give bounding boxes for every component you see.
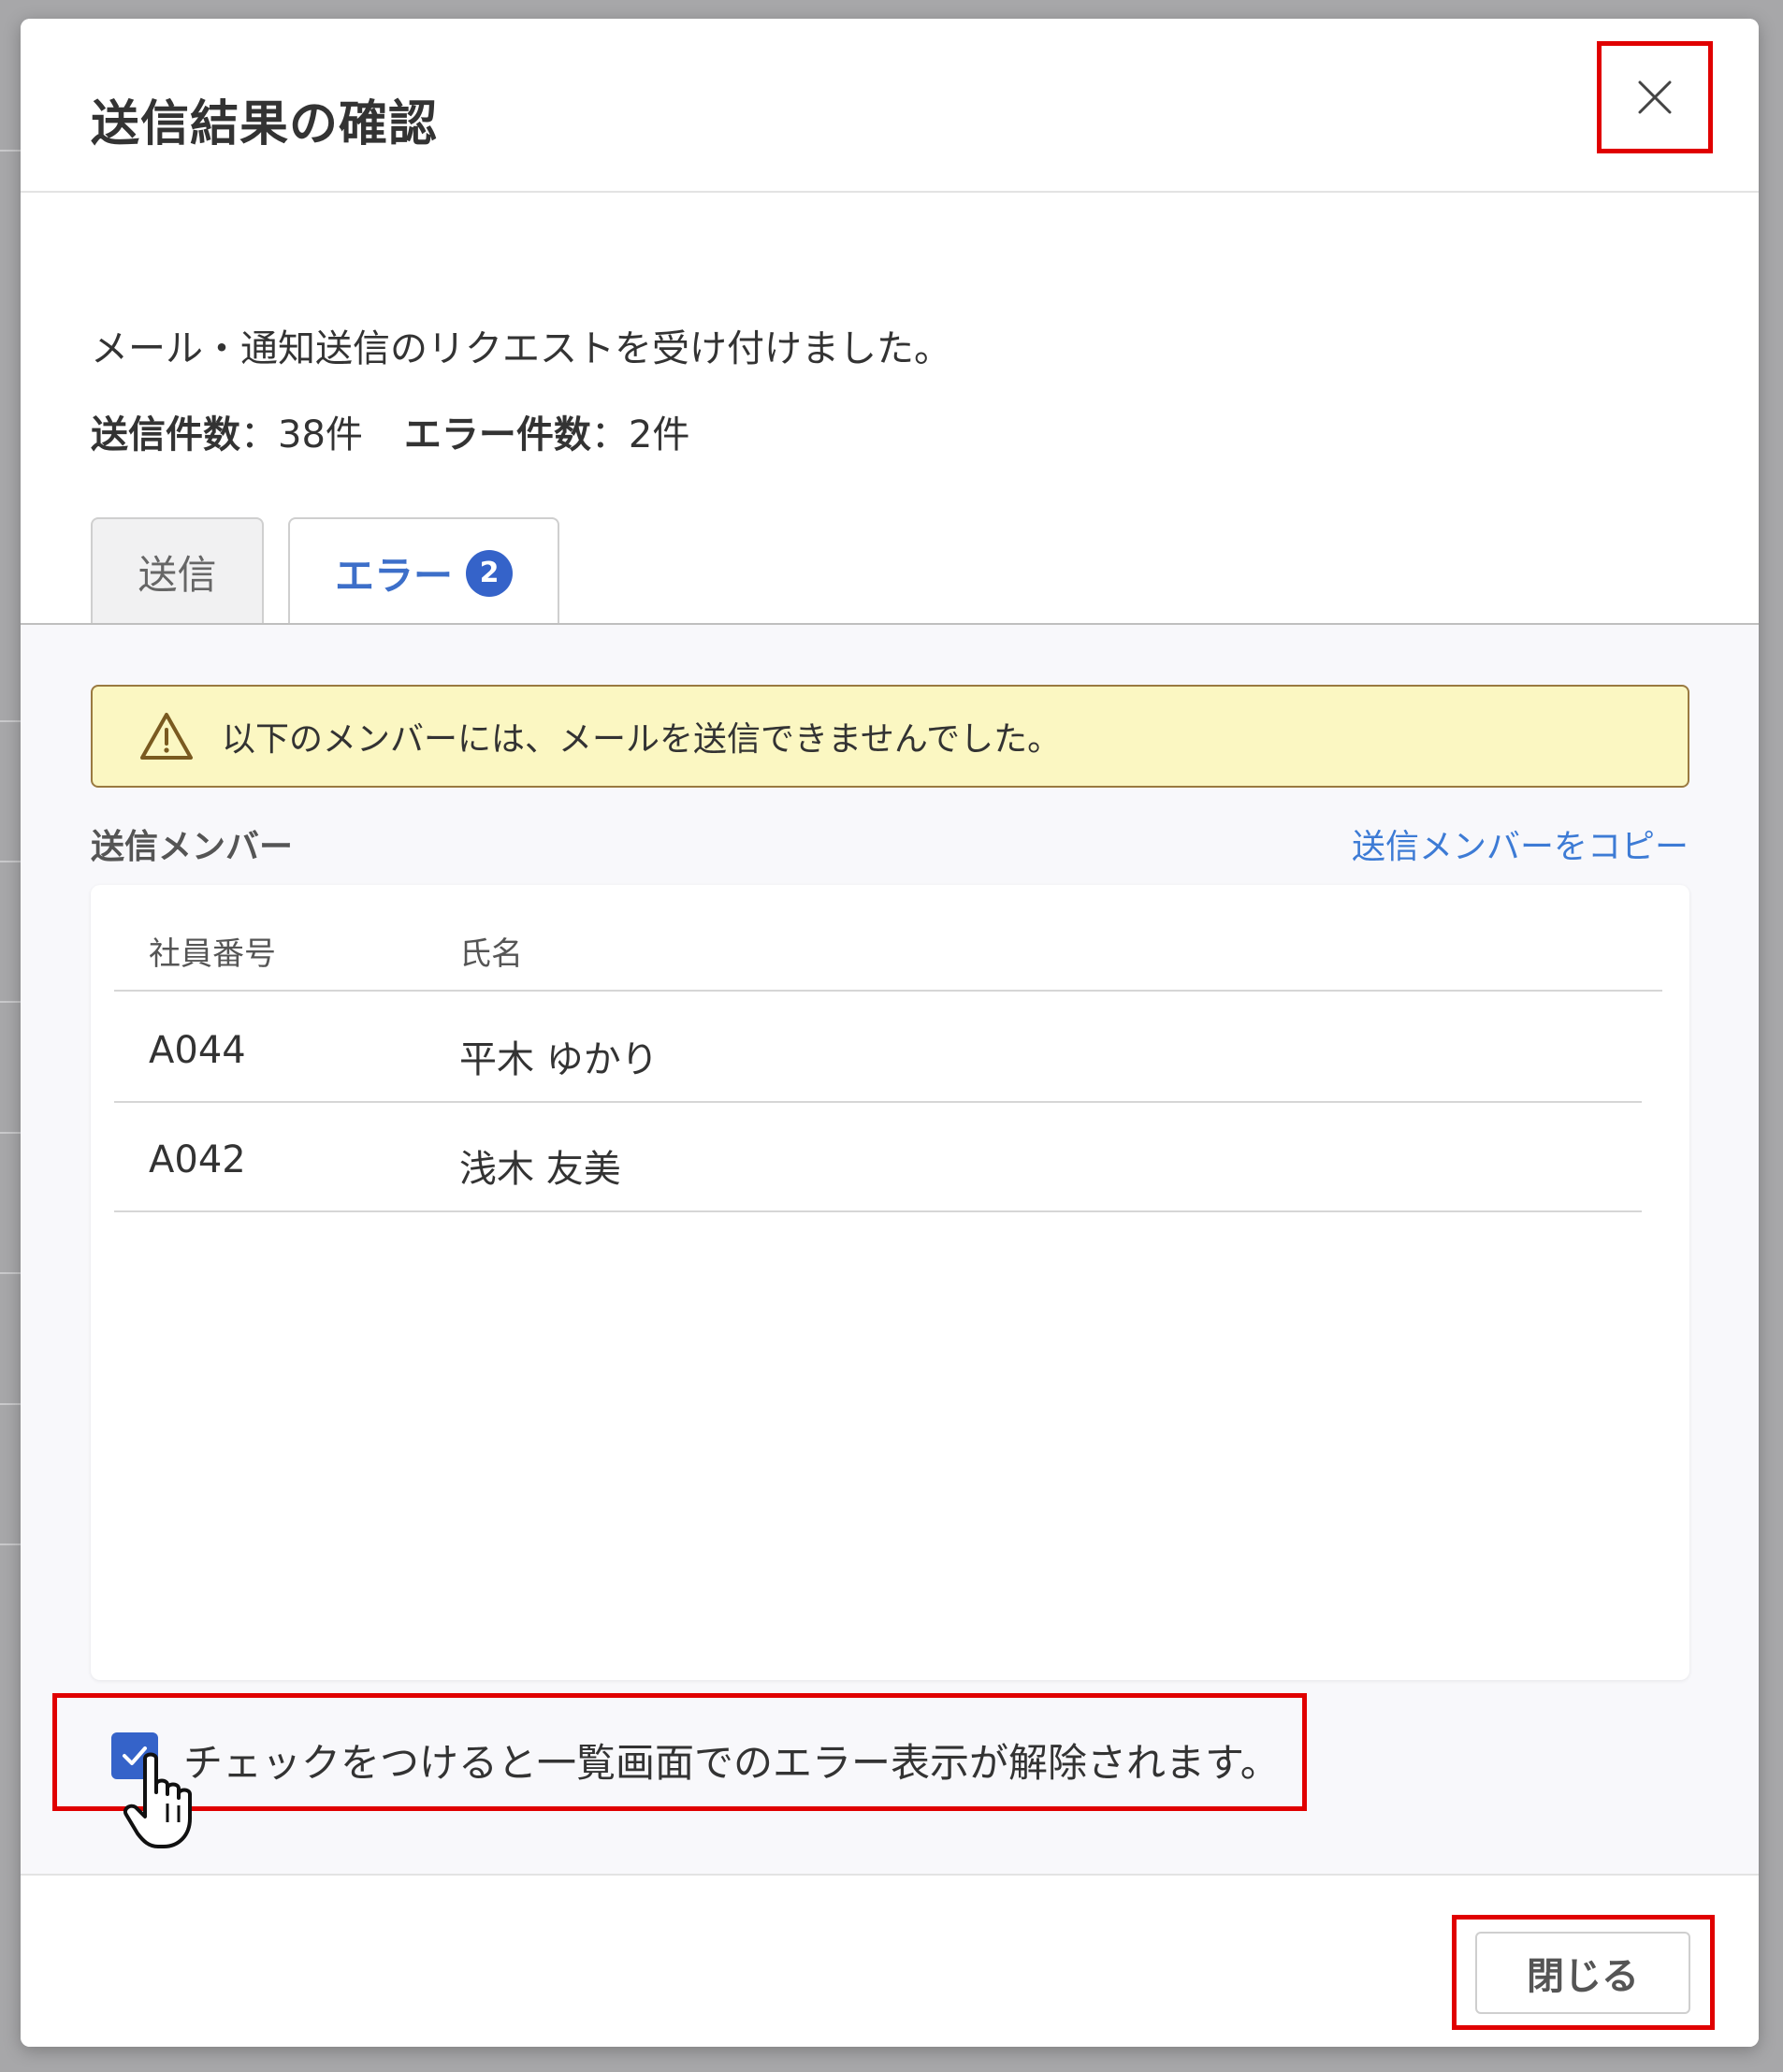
tab-send[interactable]: 送信 bbox=[91, 517, 264, 625]
sent-count-label: 送信件数 bbox=[91, 413, 240, 456]
footer-close-button[interactable]: 閉じる bbox=[1475, 1932, 1690, 2014]
table-row: A044 平木 ゆかり bbox=[114, 993, 1642, 1103]
background-divider bbox=[0, 1132, 22, 1134]
tab-send-label: 送信 bbox=[138, 552, 217, 598]
sent-count-value: ：38件 bbox=[240, 413, 363, 456]
warning-banner: 以下のメンバーには、メールを送信できませんでした。 bbox=[91, 685, 1689, 788]
clear-error-checkbox-row[interactable]: チェックをつけると一覧画面でのエラー表示が解除されます。 bbox=[52, 1693, 1307, 1848]
result-tabs: 送信 エラー 2 bbox=[21, 517, 1759, 627]
send-result-dialog: 送信結果の確認 メール・通知送信のリクエストを受け付けました。 送信件数：38件… bbox=[21, 19, 1759, 2047]
error-count-label: エラー件数 bbox=[403, 413, 591, 456]
warning-icon bbox=[140, 713, 193, 760]
close-icon bbox=[1638, 80, 1672, 114]
employee-id-cell: A042 bbox=[149, 1138, 246, 1181]
warning-text: 以下のメンバーには、メールを送信できませんでした。 bbox=[222, 720, 1062, 759]
summary-section: メール・通知送信のリクエストを受け付けました。 送信件数：38件 エラー件数：2件… bbox=[21, 195, 1759, 627]
error-tab-panel: 以下のメンバーには、メールを送信できませんでした。 送信メンバー 送信メンバーを… bbox=[21, 625, 1759, 1874]
background-divider bbox=[0, 861, 22, 862]
error-count-value: ：2件 bbox=[590, 413, 690, 456]
employee-id-cell: A044 bbox=[149, 1029, 246, 1072]
column-name: 氏名 bbox=[459, 935, 523, 973]
clear-error-checkbox-label: チェックをつけると一覧画面でのエラー表示が解除されます。 bbox=[183, 1740, 1280, 1786]
close-button[interactable] bbox=[1597, 41, 1713, 153]
background-divider bbox=[0, 1272, 22, 1274]
background-divider bbox=[0, 1543, 22, 1545]
tab-error[interactable]: エラー 2 bbox=[288, 517, 559, 627]
employee-name-cell: 浅木 友美 bbox=[459, 1148, 621, 1191]
background-divider bbox=[0, 1001, 22, 1003]
background-divider bbox=[0, 720, 22, 722]
table-row: A042 浅木 友美 bbox=[114, 1103, 1642, 1212]
send-counts: 送信件数：38件 エラー件数：2件 bbox=[91, 404, 689, 458]
background-divider bbox=[0, 1403, 22, 1405]
tab-error-label: エラー bbox=[334, 553, 453, 599]
background-divider bbox=[0, 150, 22, 152]
members-section-label: 送信メンバー bbox=[91, 828, 294, 866]
dialog-footer: 閉じる bbox=[21, 1874, 1759, 2047]
copy-members-link[interactable]: 送信メンバーをコピー bbox=[1352, 819, 1689, 868]
hand-pointer-cursor-icon bbox=[123, 1752, 192, 1848]
column-employee-id: 社員番号 bbox=[149, 935, 276, 973]
members-table: 社員番号 氏名 A044 平木 ゆかり A042 浅木 友美 bbox=[91, 885, 1689, 1680]
dialog-title: 送信結果の確認 bbox=[91, 96, 439, 152]
table-header: 社員番号 氏名 bbox=[114, 885, 1662, 992]
request-message: メール・通知送信のリクエストを受け付けました。 bbox=[91, 327, 951, 370]
employee-name-cell: 平木 ゆかり bbox=[459, 1038, 659, 1081]
dialog-header: 送信結果の確認 bbox=[21, 19, 1759, 193]
close-button-highlight: 閉じる bbox=[1452, 1915, 1715, 2030]
error-count-badge: 2 bbox=[466, 549, 513, 597]
